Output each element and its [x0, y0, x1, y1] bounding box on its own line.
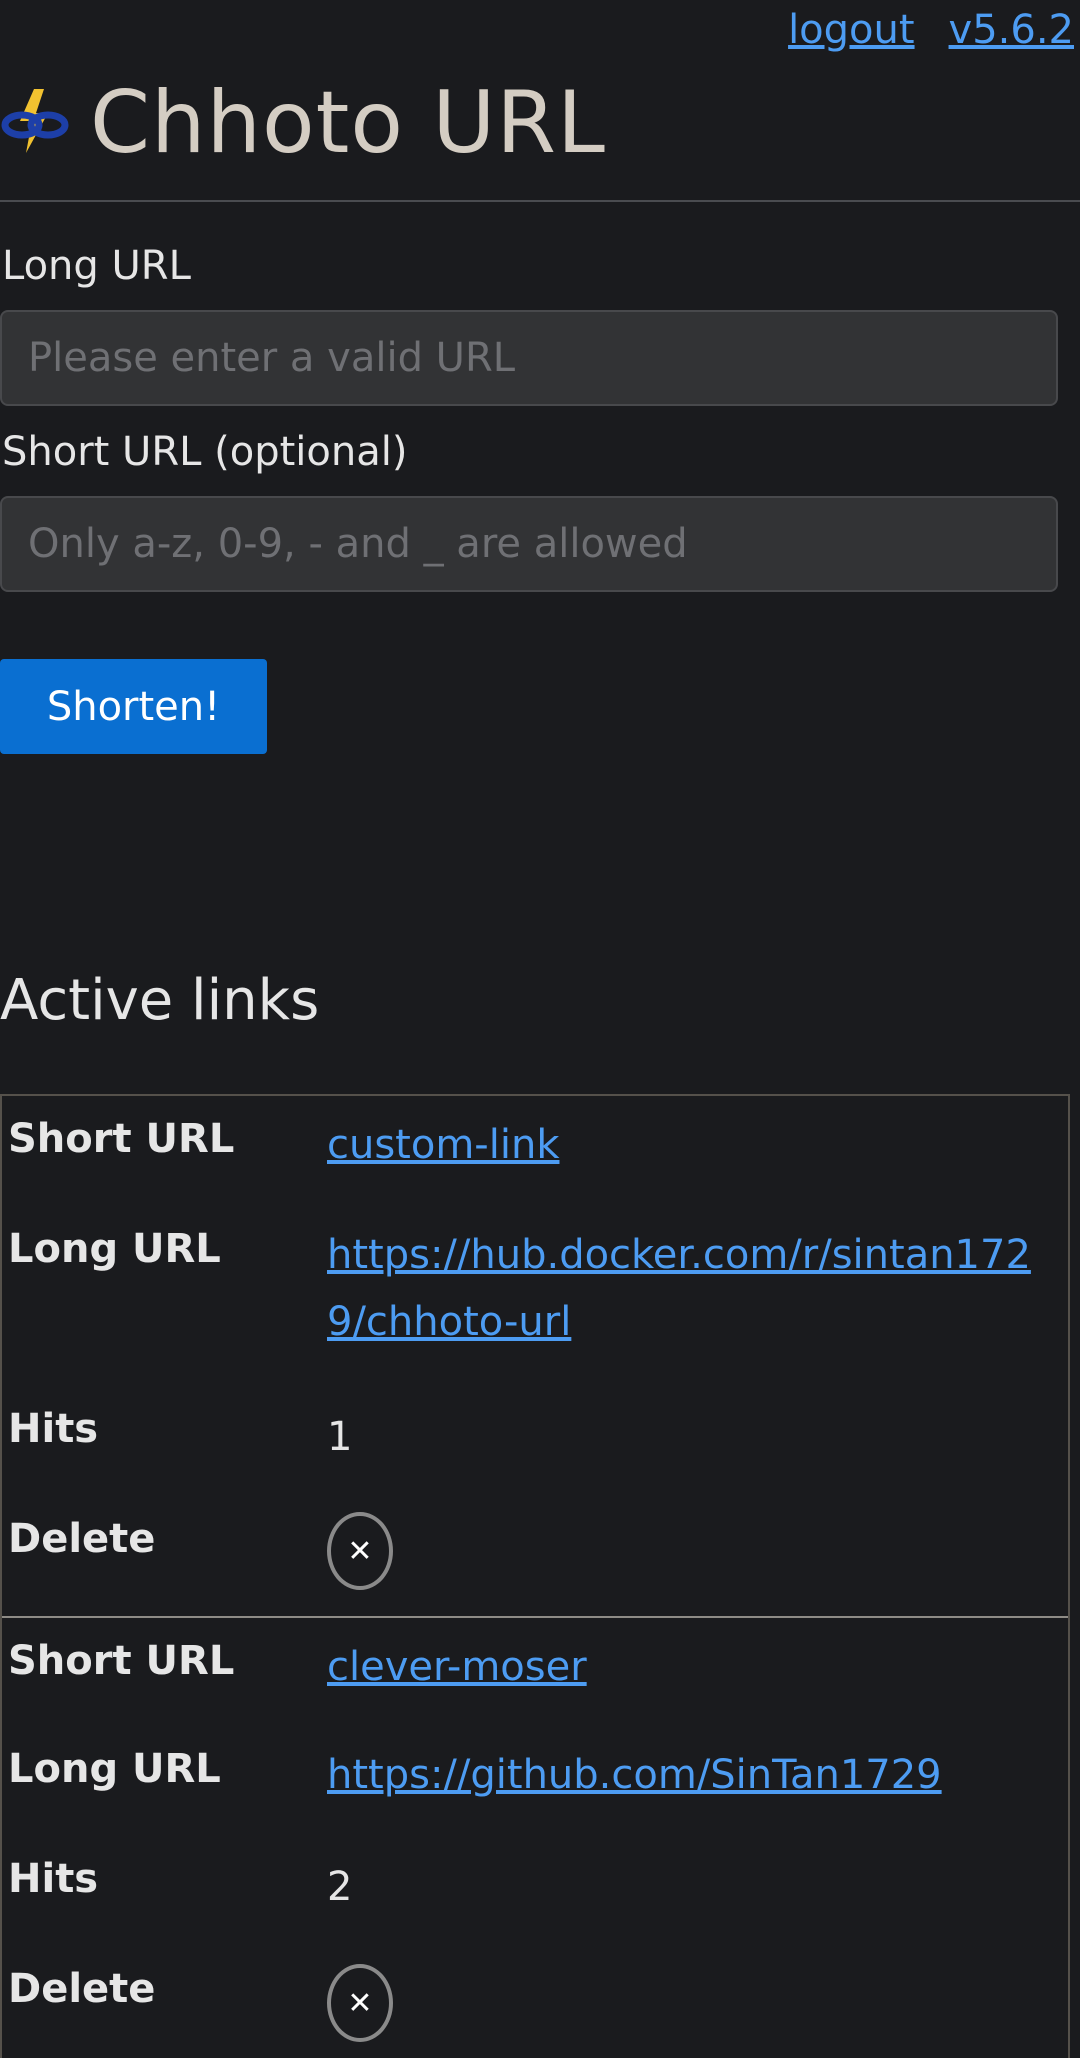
link-card: Short URL clever-moser Long URL https://… — [2, 1618, 1068, 2058]
short-url-key: Short URL — [8, 1638, 235, 1684]
long-url-key: Long URL — [8, 1746, 221, 1792]
long-url-input[interactable] — [0, 310, 1058, 406]
close-icon: ✕ — [347, 1985, 373, 2021]
chain-link-lightning-icon — [1, 89, 69, 153]
hits-key: Hits — [8, 1406, 99, 1452]
short-url-link[interactable]: custom-link — [327, 1112, 1062, 1179]
short-url-input[interactable] — [0, 496, 1058, 592]
delete-button[interactable]: ✕ — [327, 1964, 393, 2042]
hits-value: 1 — [327, 1414, 353, 1460]
delete-button[interactable]: ✕ — [327, 1512, 393, 1590]
long-url-link[interactable]: https://hub.docker.com/r/sintan1729/chho… — [327, 1222, 1062, 1356]
short-url-link[interactable]: clever-moser — [327, 1634, 1062, 1701]
long-url-key: Long URL — [8, 1226, 221, 1272]
app-title: Chhoto URL — [90, 73, 606, 173]
hits-value: 2 — [327, 1864, 353, 1910]
logout-link[interactable]: logout — [788, 7, 914, 53]
shorten-button[interactable]: Shorten! — [0, 659, 267, 754]
header-divider — [0, 200, 1080, 202]
active-links-title: Active links — [0, 968, 320, 1033]
links-table: Short URL custom-link Long URL https://h… — [0, 1094, 1070, 2058]
short-url-key: Short URL — [8, 1116, 235, 1162]
close-icon: ✕ — [347, 1533, 373, 1569]
long-url-link[interactable]: https://github.com/SinTan1729 — [327, 1742, 1062, 1809]
top-nav: logout v5.6.2 — [788, 0, 1074, 60]
hits-key: Hits — [8, 1856, 99, 1902]
delete-key: Delete — [8, 1516, 156, 1562]
delete-key: Delete — [8, 1966, 156, 2012]
short-url-label: Short URL (optional) — [2, 429, 408, 475]
version-link[interactable]: v5.6.2 — [949, 7, 1074, 53]
app-header: Chhoto URL — [0, 68, 606, 178]
long-url-label: Long URL — [2, 243, 191, 289]
link-card: Short URL custom-link Long URL https://h… — [2, 1096, 1068, 1618]
